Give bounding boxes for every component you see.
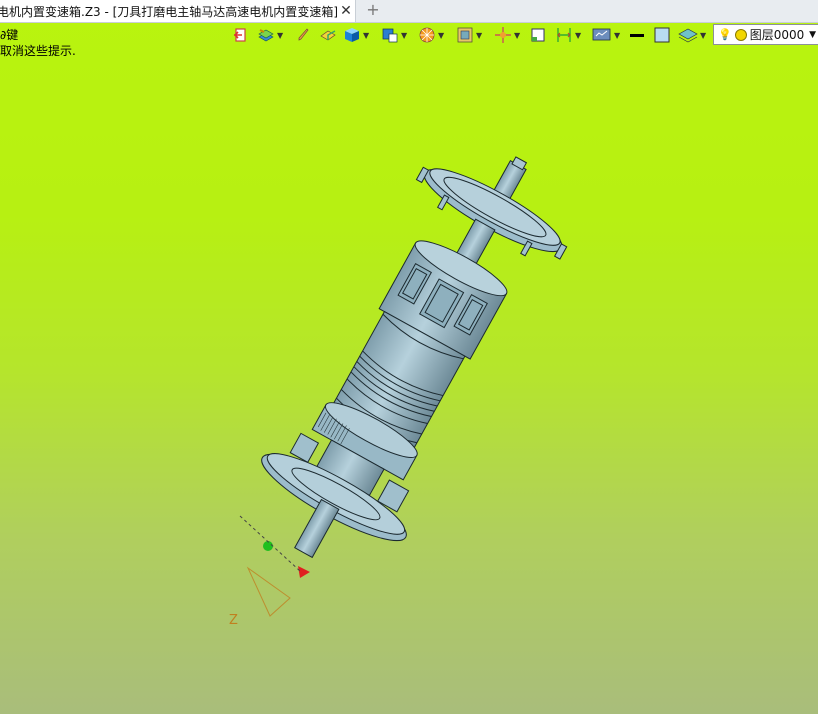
move-axis-icon (495, 27, 511, 43)
surface-button[interactable]: ▼ (678, 24, 706, 46)
view-cube-icon (382, 28, 398, 43)
chevron-down-icon[interactable]: ▼ (514, 31, 520, 40)
render-wheel-icon (419, 27, 435, 43)
new-tab-button[interactable]: + (364, 0, 382, 22)
line-color-icon (630, 34, 644, 37)
frame-icon (457, 27, 473, 43)
layer-select-value: 图层0000 (749, 28, 805, 42)
frame-button[interactable]: ▼ (456, 24, 482, 46)
move-axis-button[interactable]: ▼ (494, 24, 520, 46)
display-button[interactable]: ▼ (592, 24, 620, 46)
box-icon (531, 28, 545, 42)
y-axis-handle (263, 541, 273, 551)
top-flange-face (429, 168, 561, 246)
dimension-button[interactable]: ▼ (555, 24, 581, 46)
z-axis-label: Z (229, 613, 238, 628)
layers-icon (258, 29, 274, 42)
layer-select[interactable]: 💡 图层0000 ▼ (713, 24, 818, 45)
solid-cube-button[interactable]: ▼ (343, 24, 369, 46)
fill-color-icon (654, 27, 670, 43)
box-button[interactable] (530, 24, 546, 46)
close-tab-icon[interactable]: ✕ (337, 3, 355, 19)
motor-assembly[interactable] (232, 120, 593, 592)
chevron-down-icon[interactable]: ▼ (614, 31, 620, 40)
surface-icon (678, 28, 698, 43)
chevron-down-icon[interactable]: ▼ (700, 31, 706, 40)
solid-cube-icon (345, 28, 359, 42)
x-axis-handle (298, 566, 310, 578)
dimension-icon (557, 28, 571, 42)
bottom-shaft (294, 498, 340, 559)
exit-icon (233, 28, 246, 42)
chevron-down-icon[interactable]: ▼ (438, 31, 444, 40)
view-cube-button[interactable]: ▼ (381, 24, 407, 46)
bulb-icon: 💡 (718, 28, 732, 41)
exit-button[interactable] (233, 24, 249, 46)
chevron-down-icon[interactable]: ▼ (476, 31, 482, 40)
document-tab[interactable]: 电机内置变速箱.Z3 - [刀具打磨电主轴马达高速电机内置变速箱] ✕ (0, 0, 356, 22)
display-icon (592, 28, 611, 41)
pencil-button[interactable] (296, 24, 310, 46)
hint-line-1: ∂键 (0, 28, 19, 42)
document-tab-title: 电机内置变速箱.Z3 - [刀具打磨电主轴马达高速电机内置变速箱] (0, 4, 337, 19)
pencil-icon (298, 28, 309, 41)
paint-icon (320, 30, 336, 41)
paint-button[interactable] (319, 24, 337, 46)
render-button[interactable]: ▼ (418, 24, 444, 46)
chevron-down-icon[interactable]: ▼ (809, 30, 816, 40)
tab-bar: 电机内置变速箱.Z3 - [刀具打磨电主轴马达高速电机内置变速箱] ✕ + (0, 0, 818, 23)
line-color-button[interactable] (629, 24, 645, 46)
cad-viewport[interactable]: Z (0, 46, 818, 714)
chevron-down-icon[interactable]: ▼ (277, 31, 283, 40)
chevron-down-icon[interactable]: ▼ (401, 31, 407, 40)
fill-color-button[interactable] (654, 24, 670, 46)
chevron-down-icon[interactable]: ▼ (575, 31, 581, 40)
axis-triad (239, 515, 310, 617)
layers-button[interactable]: ▼ (257, 24, 283, 46)
layer-color-dot (734, 28, 747, 41)
chevron-down-icon[interactable]: ▼ (363, 31, 369, 40)
